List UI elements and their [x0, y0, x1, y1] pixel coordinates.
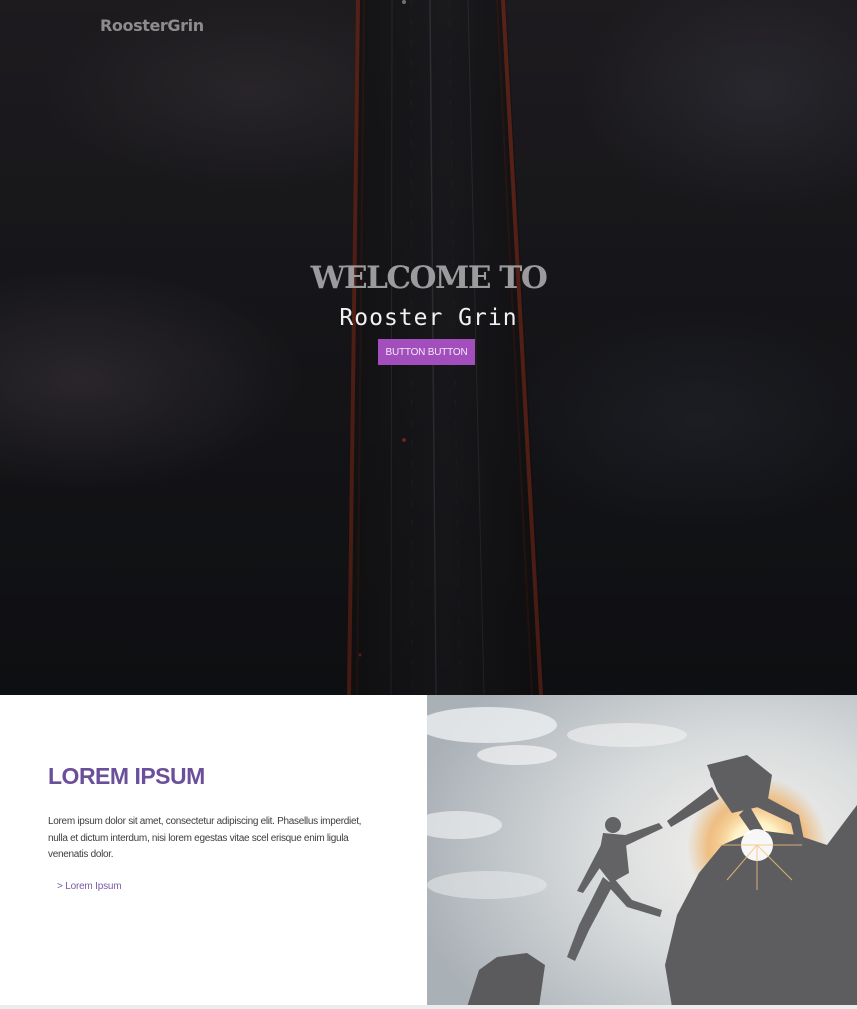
logo[interactable]: RoosterGrin: [100, 16, 204, 35]
hero-title: WELCOME TO: [310, 260, 548, 296]
feature-link[interactable]: > Lorem Ipsum: [57, 881, 122, 892]
feature-body-text: Lorem ipsum dolor sit amet, consectetur …: [48, 816, 362, 860]
feature-heading: LOREM IPSUM: [48, 763, 205, 789]
hero-subtitle: Rooster Grin: [339, 305, 518, 331]
climbers-image: [427, 695, 857, 1007]
feature-section: LOREM IPSUM Lorem ipsum dolor sit amet, …: [0, 695, 857, 1009]
hero-section: RoosterGrin WELCOME TO Rooster Grin BUTT…: [0, 0, 857, 695]
hero-cta-button[interactable]: BUTTON BUTTON: [378, 339, 475, 365]
feature-text-block: LOREM IPSUM Lorem ipsum dolor sit amet, …: [48, 695, 408, 1009]
page-bottom-rule: [0, 1005, 857, 1009]
